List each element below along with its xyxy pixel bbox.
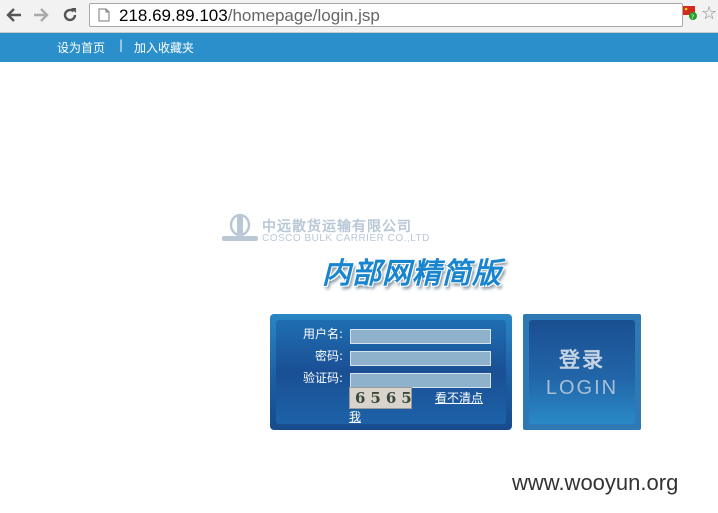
logo-english-name: COSCO BULK CARRIER CO.,LTD — [262, 233, 430, 244]
url-text: 218.69.89.103/homepage/login.jsp — [119, 5, 380, 27]
flag-extension-icon[interactable]: ? — [683, 6, 697, 20]
forward-arrow-icon[interactable] — [30, 4, 52, 26]
reload-icon[interactable] — [59, 4, 81, 26]
set-homepage-link[interactable]: 设为首页 — [57, 39, 105, 56]
cosco-emblem-icon — [222, 213, 258, 241]
login-button-label-en[interactable]: LOGIN — [529, 377, 635, 400]
captcha-refresh-link[interactable]: 看不清点 — [435, 389, 483, 406]
username-label: 用户名: — [302, 327, 343, 341]
login-button-label-cn[interactable]: 登录 — [529, 344, 635, 374]
add-favorite-link[interactable]: 加入收藏夹 — [134, 39, 194, 56]
password-input[interactable] — [350, 351, 491, 366]
page-icon — [98, 8, 110, 22]
username-input[interactable] — [350, 329, 491, 344]
captcha-input[interactable] — [350, 373, 491, 388]
company-logo: 中远散货运输有限公司 COSCO BULK CARRIER CO.,LTD — [220, 212, 429, 246]
captcha-label: 验证码: — [302, 371, 343, 385]
watermark-text: www.wooyun.org — [512, 470, 679, 495]
top-nav-bar: 设为首页 | 加入收藏夹 — [0, 33, 718, 62]
captcha-image[interactable]: 6565 — [349, 387, 412, 409]
address-bar[interactable]: 218.69.89.103/homepage/login.jsp — [89, 3, 683, 27]
url-path: /homepage/login.jsp — [227, 6, 380, 25]
browser-toolbar: 218.69.89.103/homepage/login.jsp ? ☆ — [0, 0, 718, 33]
password-label: 密码: — [314, 349, 343, 363]
back-arrow-icon[interactable] — [3, 4, 25, 26]
captcha-refresh-link-continued[interactable]: 我 — [349, 408, 361, 425]
url-host: 218.69.89.103 — [119, 6, 228, 25]
nav-separator: | — [119, 38, 124, 52]
bookmark-star-icon[interactable]: ☆ — [701, 3, 717, 24]
page-title: 内部网精简版 — [322, 256, 503, 290]
svg-text:?: ? — [691, 14, 694, 20]
